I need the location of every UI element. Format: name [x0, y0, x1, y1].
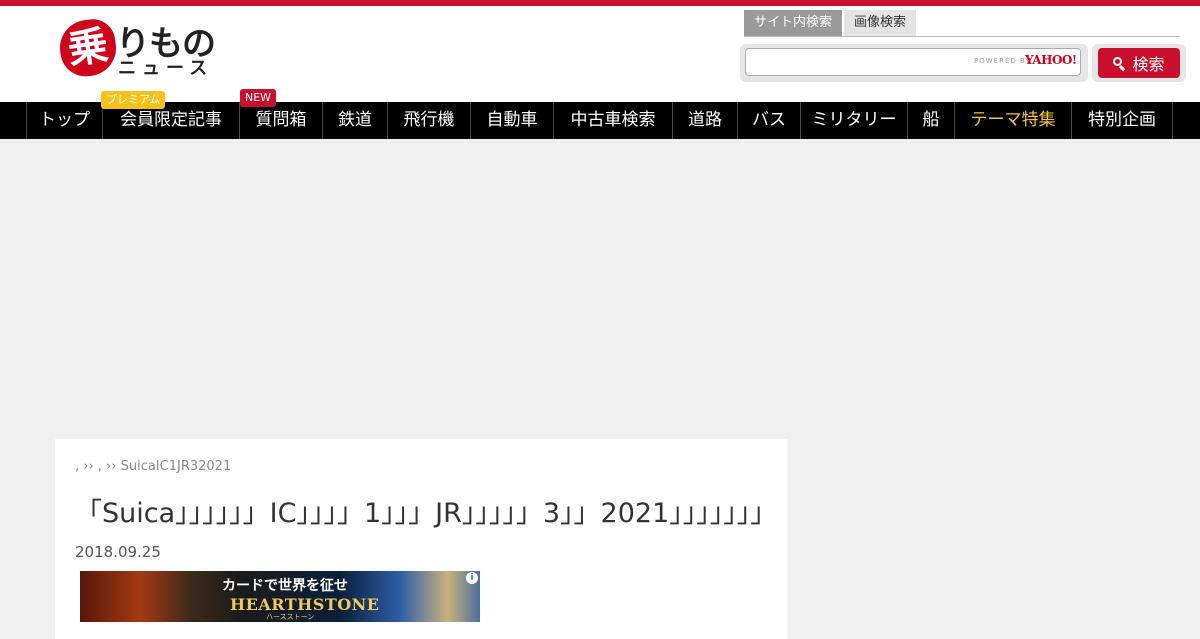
article-card: , ›› , ›› SuicaIC1JR32021 「Suica」」」」」」IC…: [55, 439, 787, 639]
nav-item-used-car[interactable]: 中古車検索: [554, 102, 673, 139]
nav-item-bus[interactable]: バス: [738, 102, 801, 139]
banner-headline: カードで世界を征せ: [222, 578, 348, 594]
ad-info-icon[interactable]: i: [466, 572, 478, 584]
main-nav: トップ 会員限定記事 質問箱 鉄道 飛行機 自動車 中古車検索 道路 バス ミリ…: [0, 102, 1200, 139]
tab-image-search[interactable]: 画像検索: [844, 10, 917, 36]
tab-site-search[interactable]: サイト内検索: [744, 10, 843, 36]
article-date: 2018.09.25: [75, 543, 161, 561]
nav-item-aircraft[interactable]: 飛行機: [388, 102, 471, 139]
search-tabs: サイト内検索 画像検索: [744, 10, 917, 36]
powered-by-label: POWERED BY: [974, 57, 1031, 65]
new-badge: NEW: [240, 89, 277, 107]
site-logo[interactable]: 乗 りもの ニュース: [56, 16, 230, 80]
nav-item-special[interactable]: 特別企画: [1072, 102, 1173, 139]
article-title: 「Suica」」」」」」IC」」」」1」」」JR」」」」」3」」2021」」」」…: [75, 498, 778, 529]
search-button[interactable]: 検索: [1098, 48, 1180, 78]
nav-item-car[interactable]: 自動車: [471, 102, 554, 139]
nav-item-theme[interactable]: テーマ特集: [955, 102, 1072, 139]
logo-mark: 乗: [56, 16, 120, 80]
logo-word-bottom: ニュース: [118, 58, 214, 79]
search-button-wrap: 検索: [1092, 44, 1186, 82]
banner-sub: ハースストーン: [266, 613, 315, 621]
nav-item-ship[interactable]: 船: [908, 102, 955, 139]
yahoo-logo: YAHOO!: [1025, 53, 1077, 67]
nav-item-road[interactable]: 道路: [673, 102, 738, 139]
search-button-label: 検索: [1132, 55, 1165, 74]
ad-banner[interactable]: カードで世界を征せ HEARTHSTONE ハースストーン i: [80, 571, 480, 622]
nav-item-military[interactable]: ミリタリー: [801, 102, 908, 139]
ad-space: [0, 139, 1200, 439]
search-tab-divider: [744, 36, 1180, 37]
premium-badge: プレミアム: [101, 91, 166, 109]
breadcrumb[interactable]: , ›› , ›› SuicaIC1JR32021: [75, 459, 231, 474]
search-icon: [1113, 56, 1126, 70]
nav-item-qa[interactable]: 質問箱: [240, 102, 323, 139]
nav-item-railway[interactable]: 鉄道: [323, 102, 388, 139]
nav-item-top[interactable]: トップ: [27, 102, 103, 139]
